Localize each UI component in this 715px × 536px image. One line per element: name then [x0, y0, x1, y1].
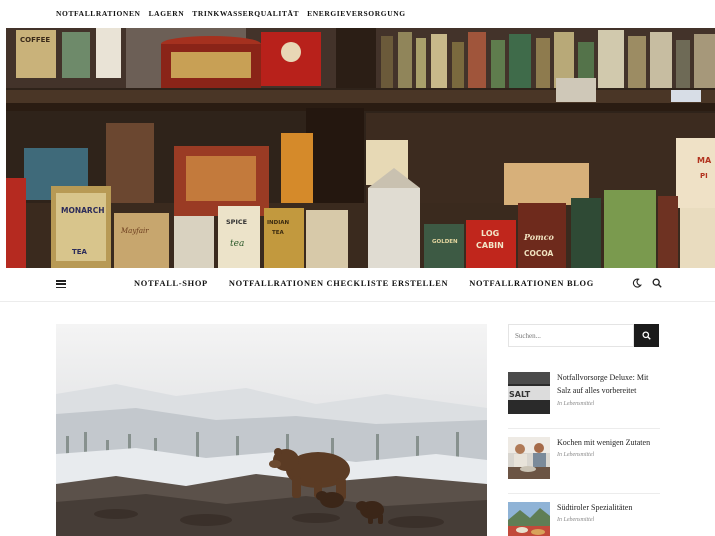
- nav-notfallrationen-blog[interactable]: NOTFALLRATIONEN BLOG: [469, 279, 594, 288]
- featured-post-image[interactable]: [56, 324, 487, 536]
- sidebar-search: [508, 324, 660, 347]
- tin-label: MONARCH: [61, 206, 104, 215]
- post-thumbnail[interactable]: SALT: [508, 372, 550, 414]
- search-input[interactable]: [508, 324, 634, 347]
- top-nav-notfallrationen[interactable]: NOTFALLRATIONEN: [56, 9, 141, 18]
- sidebar-post[interactable]: SALT Notfallvorsorge Deluxe: Mit Salz au…: [508, 372, 660, 416]
- post-title[interactable]: Südtiroler Spezialitäten: [557, 502, 661, 515]
- tin-label: LOG: [481, 229, 499, 238]
- top-nav-energieversorgung[interactable]: ENERGIEVERSORGUNG: [307, 9, 406, 18]
- tin-label: PI: [700, 172, 708, 180]
- post-category[interactable]: In Lebensmittel: [557, 452, 594, 458]
- nav-checkliste-erstellen[interactable]: NOTFALLRATIONEN CHECKLISTE ERSTELLEN: [229, 279, 448, 288]
- post-title[interactable]: Notfallvorsorge Deluxe: Mit Salz auf all…: [557, 372, 661, 397]
- south-tyrol-thumbnail-image: [508, 502, 550, 536]
- sidebar-post[interactable]: Südtiroler Spezialitäten In Lebensmittel: [508, 502, 660, 536]
- tin-label: Pomco: [523, 232, 554, 242]
- nav-icon-group: [632, 278, 662, 288]
- search-icon[interactable]: [652, 278, 662, 288]
- nav-notfall-shop[interactable]: NOTFALL-SHOP: [134, 279, 208, 288]
- search-icon: [642, 331, 651, 340]
- thumbnail-text: SALT: [509, 390, 531, 399]
- tin-label: COFFEE: [20, 36, 50, 44]
- tin-label: TEA: [72, 248, 88, 256]
- post-thumbnail[interactable]: [508, 502, 550, 536]
- search-button[interactable]: [634, 324, 659, 347]
- post-thumbnail[interactable]: [508, 437, 550, 479]
- tin-label: COCOA: [524, 249, 554, 258]
- top-navigation: NOTFALLRATIONEN LAGERN TRINKWASSERQUALIT…: [56, 9, 406, 18]
- sidebar-post[interactable]: Kochen mit wenigen Zutaten In Lebensmitt…: [508, 437, 660, 481]
- top-bar: NOTFALLRATIONEN LAGERN TRINKWASSERQUALIT…: [0, 0, 715, 28]
- tin-label: GOLDEN: [432, 239, 458, 245]
- tin-label: CABIN: [476, 241, 504, 250]
- tin-label: SPICE: [226, 218, 247, 226]
- tin-label: INDIAN: [267, 220, 290, 226]
- divider: [508, 428, 660, 429]
- moon-icon[interactable]: [632, 278, 642, 288]
- tin-label: TEA: [272, 230, 285, 236]
- main-nav-links: NOTFALL-SHOP NOTFALLRATIONEN CHECKLISTE …: [134, 279, 594, 288]
- cooking-thumbnail-image: [508, 437, 550, 479]
- hamburger-menu-icon[interactable]: [56, 280, 66, 289]
- top-nav-trinkwasserqualitaet[interactable]: TRINKWASSERQUALITÄT: [192, 9, 299, 18]
- shelf-illustration: COFFEE MA PI MONARCH TEA Mayfair SPICE t…: [6, 28, 715, 268]
- tin-label: Mayfair: [120, 227, 149, 235]
- bear-photo: [56, 324, 487, 536]
- top-nav-lagern[interactable]: LAGERN: [149, 9, 185, 18]
- post-title[interactable]: Kochen mit wenigen Zutaten: [557, 437, 661, 450]
- post-category[interactable]: In Lebensmittel: [557, 401, 594, 407]
- salt-thumbnail-image: SALT: [508, 372, 550, 414]
- post-category[interactable]: In Lebensmittel: [557, 517, 594, 523]
- divider: [508, 493, 660, 494]
- main-navigation: NOTFALL-SHOP NOTFALLRATIONEN CHECKLISTE …: [0, 268, 715, 302]
- tin-label: MA: [697, 156, 712, 165]
- tin-label: tea: [230, 239, 244, 249]
- header-image[interactable]: COFFEE MA PI MONARCH TEA Mayfair SPICE t…: [6, 28, 715, 268]
